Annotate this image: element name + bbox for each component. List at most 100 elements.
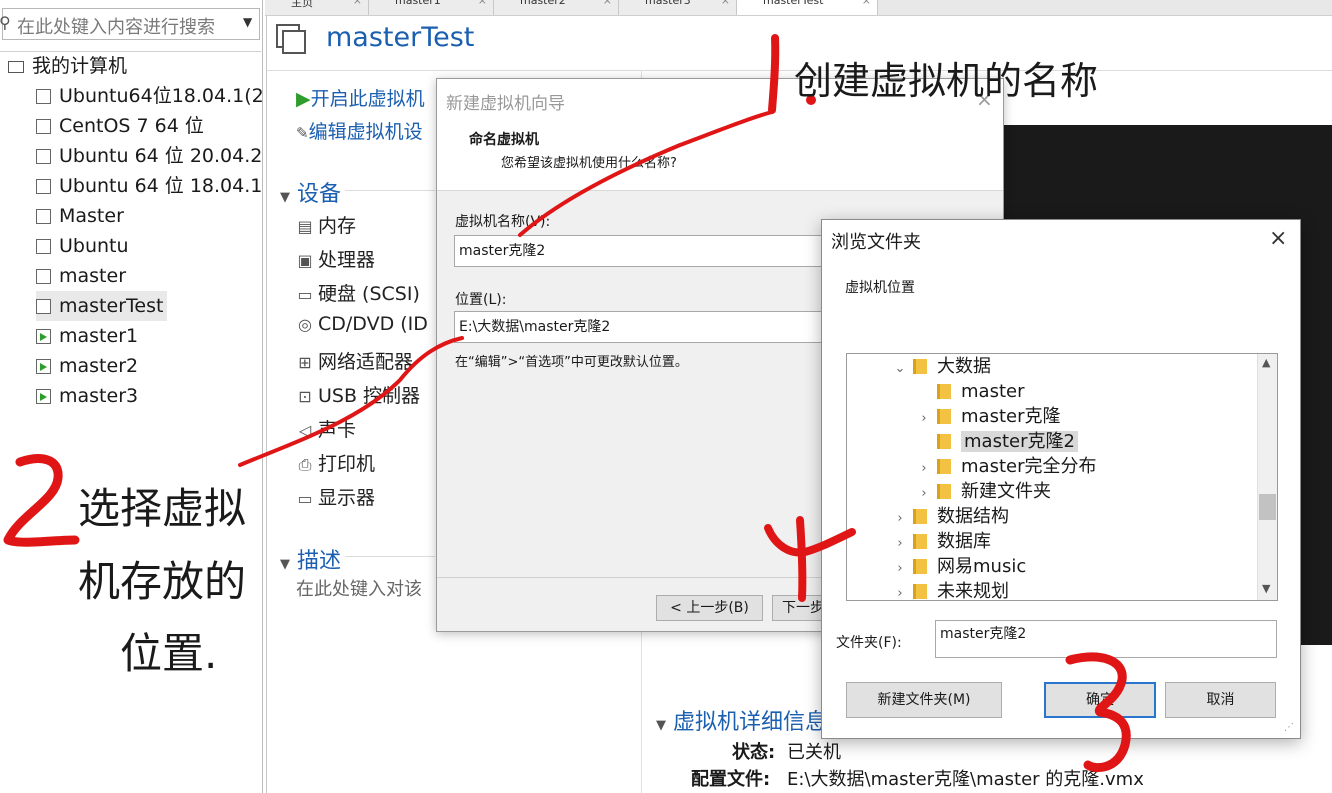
description-section-header[interactable]: ▼ 描述 — [280, 543, 341, 575]
chevron-right-icon[interactable]: › — [917, 456, 931, 481]
divider — [345, 556, 435, 557]
scroll-down-icon[interactable]: ▼ — [1262, 582, 1270, 595]
usb-icon: ⊡ — [298, 387, 312, 406]
cpu-icon: ▣ — [297, 251, 313, 270]
details-section-header[interactable]: ▼ 虚拟机详细信息 — [656, 704, 827, 736]
scroll-thumb[interactable] — [1259, 494, 1276, 520]
dialog-title: 浏览文件夹 — [831, 232, 921, 253]
collapse-icon: ▼ — [280, 557, 290, 572]
back-button[interactable]: < 上一步(B) — [656, 595, 763, 621]
divider — [345, 190, 435, 191]
chevron-right-icon[interactable]: › — [893, 531, 907, 556]
device-usb[interactable]: ⊡ USB 控制器 — [296, 381, 420, 408]
sidebar-item-vm[interactable]: Ubuntu 64 位 18.04.1 — [36, 171, 262, 201]
close-icon[interactable]: × — [603, 0, 612, 7]
tree-item[interactable]: › 数据结构 — [893, 504, 1009, 529]
sidebar-item-vm[interactable]: Ubuntu — [36, 231, 129, 261]
chevron-down-icon[interactable]: ⌄ — [893, 356, 907, 381]
sidebar-item-vm[interactable]: Ubuntu64位18.04.1(2 — [36, 81, 264, 111]
sidebar-item-vm[interactable]: master1 — [36, 321, 138, 351]
close-icon[interactable]: × — [721, 0, 730, 7]
chevron-right-icon[interactable]: › — [893, 556, 907, 581]
tree-item[interactable]: › 网易music — [893, 554, 1026, 579]
resize-grip-icon[interactable]: ⋰ — [1284, 722, 1294, 733]
status-label: 状态: — [732, 742, 776, 763]
vm-icon — [36, 209, 51, 224]
tree-item[interactable]: › 数据库 — [893, 529, 991, 554]
device-cpu[interactable]: ▣ 处理器 — [296, 245, 375, 272]
edit-settings-link[interactable]: ✎编辑虚拟机设 — [296, 117, 423, 144]
sidebar-item-vm[interactable]: Master — [36, 201, 124, 231]
sidebar-item-vm[interactable]: Ubuntu 64 位 20.04.2 — [36, 141, 262, 171]
sidebar-item-vm[interactable]: CentOS 7 64 位 — [36, 111, 204, 141]
vm-icon — [36, 149, 51, 164]
chevron-right-icon[interactable]: › — [917, 481, 931, 506]
device-sound[interactable]: ◁ 声卡 — [296, 415, 356, 442]
vm-running-icon — [36, 329, 51, 344]
sidebar-item-vm[interactable]: master3 — [36, 381, 138, 411]
collapse-icon: ▼ — [656, 718, 666, 733]
scroll-up-icon[interactable]: ▲ — [1262, 356, 1270, 369]
wizard-title: 新建虚拟机向导 — [446, 94, 565, 114]
device-printer[interactable]: ⎙ 打印机 — [296, 449, 375, 476]
sidebar-item-vm[interactable]: master — [36, 261, 126, 291]
folder-icon — [913, 509, 927, 524]
tab-master1[interactable]: master1 × — [369, 0, 494, 15]
tab-mastertest[interactable]: masterTest × — [737, 0, 878, 15]
device-cdrom[interactable]: ◎ CD/DVD (ID — [296, 313, 428, 335]
sidebar-item-vm[interactable]: master2 — [36, 351, 138, 381]
power-on-link[interactable]: ▶开启此虚拟机 — [296, 84, 425, 111]
tab-home[interactable]: 主页 × — [265, 0, 369, 15]
chevron-down-icon[interactable]: ▼ — [243, 15, 252, 29]
chevron-right-icon[interactable]: › — [893, 581, 907, 600]
tab-master3[interactable]: master3 × — [619, 0, 737, 15]
ok-button[interactable]: 确定 — [1044, 682, 1156, 718]
tree-item[interactable]: ⌄ 大数据 — [893, 354, 991, 379]
device-display[interactable]: ▭ 显示器 — [296, 483, 375, 510]
tree-item[interactable]: master — [917, 379, 1024, 404]
annotation-step2-line1: 选择虚拟 — [78, 484, 247, 533]
tree-item[interactable]: › master克隆 — [917, 404, 1060, 429]
cd-icon: ◎ — [298, 315, 312, 334]
folder-input[interactable]: master克隆2 — [935, 620, 1277, 658]
devices-section-header[interactable]: ▼ 设备 — [280, 176, 341, 208]
cancel-button[interactable]: 取消 — [1165, 682, 1276, 718]
tree-item[interactable]: › 新建文件夹 — [917, 479, 1051, 504]
folder-icon — [913, 359, 927, 374]
device-disk[interactable]: ▭ 硬盘 (SCSI) — [296, 279, 419, 306]
folder-tree[interactable]: ⌄ 大数据 master › master克隆 master克隆2 › master完… — [846, 353, 1278, 601]
description-input[interactable]: 在此处键入对该 — [296, 575, 422, 601]
config-value: E:\大数据\master克隆\master 的克隆.vmx — [787, 769, 1144, 790]
device-memory[interactable]: ▤ 内存 — [296, 211, 356, 238]
location-input[interactable]: E:\大数据\master克隆2 — [454, 311, 864, 343]
close-icon[interactable]: × — [353, 0, 362, 7]
tree-item-selected[interactable]: master克隆2 — [917, 429, 1078, 454]
config-label: 配置文件: — [691, 769, 771, 790]
vm-name-input[interactable]: master克隆2 — [454, 235, 864, 267]
tree-item[interactable]: › 未来规划 — [893, 579, 1009, 600]
close-icon[interactable]: × — [1269, 226, 1287, 251]
close-icon[interactable]: × — [478, 0, 487, 7]
edit-icon: ✎ — [296, 124, 309, 142]
vm-title-icon — [276, 24, 306, 54]
vm-running-icon — [36, 359, 51, 374]
tree-root-my-computer[interactable]: 我的计算机 — [8, 51, 127, 81]
new-folder-button[interactable]: 新建文件夹(M) — [846, 682, 1002, 718]
sidebar-item-vm-selected[interactable]: masterTest — [36, 291, 168, 321]
folder-icon — [937, 409, 951, 424]
device-network[interactable]: ⊞ 网络适配器 — [296, 347, 413, 374]
close-icon[interactable]: × — [862, 0, 871, 7]
chevron-right-icon[interactable]: › — [893, 506, 907, 531]
scrollbar[interactable]: ▲ ▼ — [1257, 354, 1277, 600]
tree-item[interactable]: › master完全分布 — [917, 454, 1096, 479]
wizard-subheading: 您希望该虚拟机使用什么名称? — [501, 156, 677, 171]
divider — [266, 16, 267, 793]
tab-master2[interactable]: master2 × — [494, 0, 619, 15]
vm-icon — [36, 299, 51, 314]
vm-icon — [36, 89, 51, 104]
wizard-heading: 命名虚拟机 — [469, 132, 539, 148]
vm-icon — [36, 239, 51, 254]
chevron-right-icon[interactable]: › — [917, 406, 931, 431]
search-input[interactable]: ⚲ 在此处键入内容进行搜索 ▼ — [0, 8, 260, 40]
folder-icon — [937, 484, 951, 499]
